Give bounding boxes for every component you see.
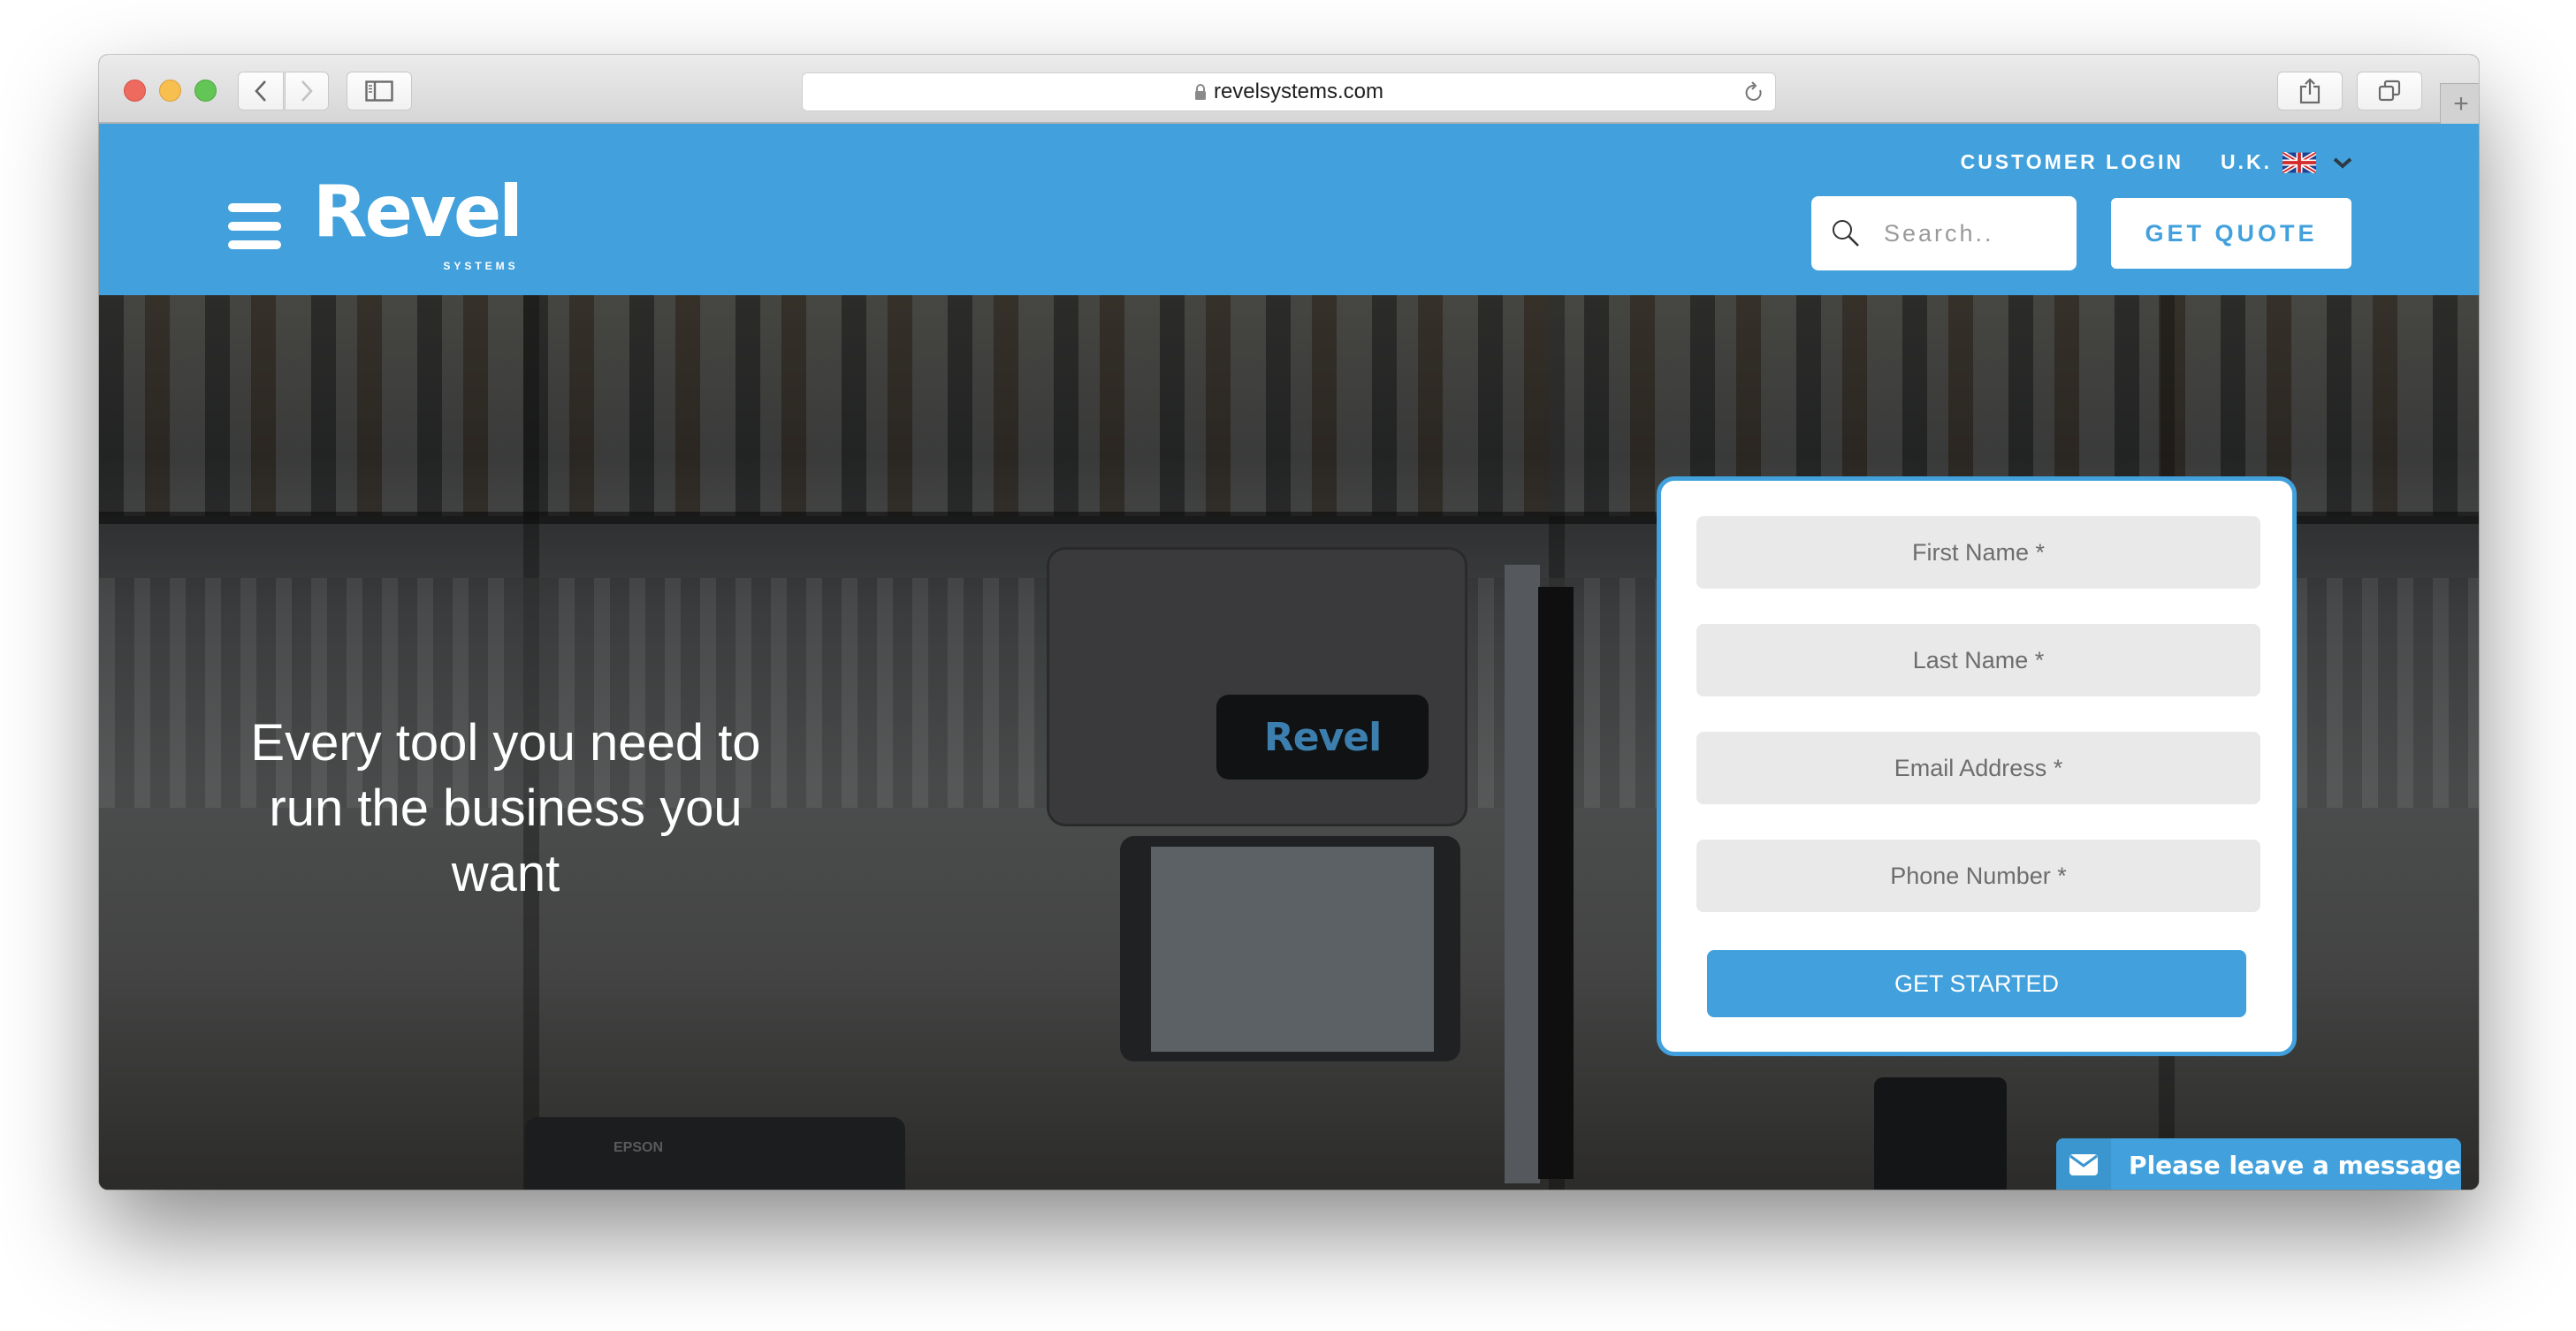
logo-subtitle: SYSTEMS	[443, 260, 519, 272]
customer-display	[1120, 836, 1460, 1061]
utility-nav: CUSTOMER LOGIN U.K.	[1961, 150, 2353, 174]
email-field[interactable]	[1696, 732, 2260, 804]
revel-logo[interactable]: Revel SYSTEMS	[313, 171, 523, 273]
logo-wordmark: Revel	[313, 171, 523, 253]
back-button[interactable]	[238, 72, 284, 110]
payment-terminal	[1874, 1077, 2007, 1190]
close-window-button[interactable]	[124, 80, 146, 102]
browser-toolbar: revelsystems.com +	[99, 55, 2479, 125]
share-button[interactable]	[2277, 72, 2343, 110]
lead-form: GET STARTED	[1657, 476, 2297, 1056]
show-tabs-button[interactable]	[2357, 72, 2422, 110]
tabs-icon	[2378, 80, 2401, 102]
site-header: Revel SYSTEMS CUSTOMER LOGIN U.K. Search…	[99, 124, 2479, 295]
browser-window: revelsystems.com + Revel SYSTEMS CUSTOME…	[99, 55, 2479, 1190]
last-name-field[interactable]	[1696, 624, 2260, 696]
plus-icon: +	[2453, 89, 2469, 118]
address-bar[interactable]: revelsystems.com	[802, 72, 1776, 111]
search-field[interactable]	[1811, 196, 2077, 270]
reload-icon[interactable]	[1743, 81, 1764, 104]
sidebar-icon	[365, 80, 393, 102]
pos-stand	[1505, 565, 1540, 1183]
card-reader: Revel	[1216, 695, 1429, 780]
first-name-field[interactable]	[1696, 516, 2260, 589]
envelope-icon	[2069, 1154, 2099, 1175]
lock-icon	[1194, 84, 1206, 100]
pos-tablet-back	[1049, 550, 1465, 824]
uk-flag-icon[interactable]	[2283, 151, 2316, 173]
menu-button[interactable]	[228, 203, 281, 249]
receipt-printer: EPSON	[525, 1117, 905, 1190]
search-icon	[1833, 220, 1859, 247]
get-started-button[interactable]: GET STARTED	[1707, 950, 2246, 1017]
hero-section: Revel EPSON Every tool you need to run t…	[99, 295, 2479, 1190]
phone-field[interactable]	[1696, 840, 2260, 912]
minimize-window-button[interactable]	[159, 80, 181, 102]
share-icon	[2299, 78, 2321, 104]
get-quote-button[interactable]: GET QUOTE	[2111, 198, 2351, 269]
chat-widget[interactable]: Please leave a message	[2056, 1138, 2461, 1190]
sidebar-toggle-button[interactable]	[347, 72, 412, 110]
customer-login-link[interactable]: CUSTOMER LOGIN	[1961, 150, 2184, 174]
url-text: revelsystems.com	[1213, 80, 1384, 103]
chat-label: Please leave a message	[2129, 1150, 2461, 1180]
forward-button[interactable]	[285, 72, 329, 110]
hamburger-icon	[228, 203, 281, 212]
chevron-down-icon[interactable]	[2332, 156, 2353, 170]
hero-headline: Every tool you need to run the business …	[250, 714, 761, 902]
search-input[interactable]	[1882, 218, 2062, 248]
chevron-left-icon	[255, 80, 266, 102]
region-selector[interactable]: U.K.	[2221, 150, 2272, 174]
zoom-window-button[interactable]	[194, 80, 217, 102]
new-tab-button[interactable]: +	[2440, 83, 2479, 125]
chevron-right-icon	[301, 80, 313, 102]
